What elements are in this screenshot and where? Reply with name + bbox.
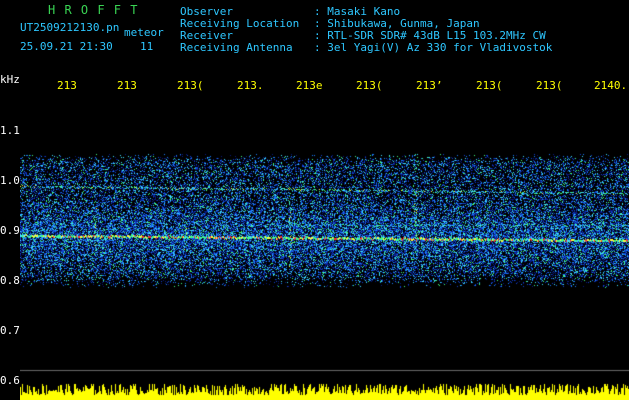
time-tick-label: 213.: [237, 79, 264, 92]
spectrogram-canvas: [20, 98, 629, 400]
time-tick-label: 213: [57, 79, 77, 92]
frequency-tick-label: 0.6: [0, 374, 20, 387]
time-tick-label: 213(: [356, 79, 383, 92]
time-tick-label: 213(: [177, 79, 204, 92]
time-tick-label: 2140.: [594, 79, 628, 92]
time-tick-label: 213: [117, 79, 137, 92]
time-tick-label: 213(: [536, 79, 563, 92]
time-tick-label: 213е: [296, 79, 323, 92]
date-time: 25.09.21 21:30: [20, 40, 113, 53]
frequency-tick-label: 1.1: [0, 124, 20, 137]
brand-title: H R O F F T: [48, 3, 139, 17]
file-name: UT2509212130.pn: [20, 21, 120, 34]
meteor-count: 11: [140, 40, 154, 53]
unit-label: kHz: [0, 73, 20, 86]
frequency-tick-label: 1.0: [0, 174, 20, 187]
info-label-antenna: Receiving Antenna: [180, 41, 293, 54]
frequency-tick-label: 0.9: [0, 224, 20, 237]
meteor-label: meteor: [124, 26, 164, 39]
frequency-tick-label: 0.7: [0, 324, 20, 337]
frequency-tick-label: 0.8: [0, 274, 20, 287]
info-value-antenna: : 3el Yagi(V) Az 330 for Vladivostok: [314, 41, 553, 54]
time-tick-label: 213(: [476, 79, 503, 92]
time-tick-label: 213’: [416, 79, 443, 92]
